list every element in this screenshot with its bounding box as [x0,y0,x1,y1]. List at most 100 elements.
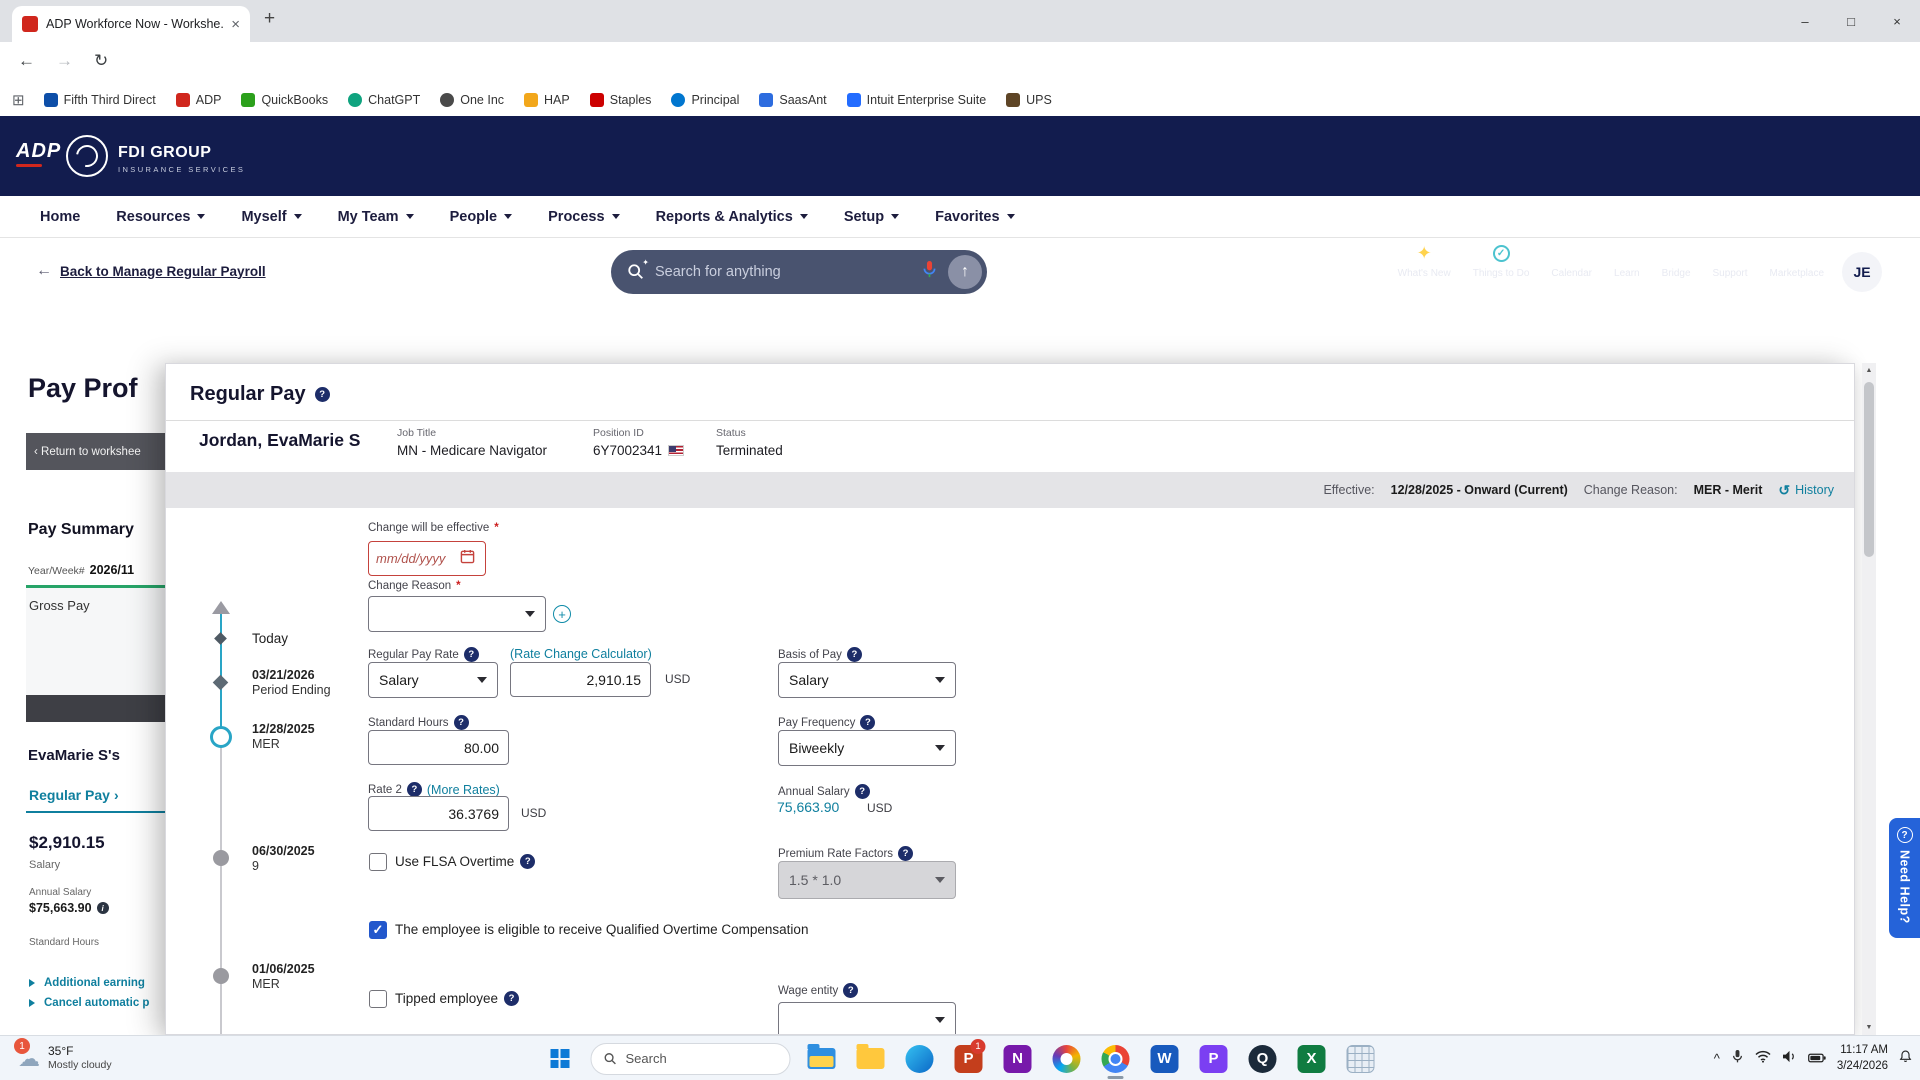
nav-process[interactable]: Process [548,209,619,225]
pay-rate-type-select[interactable]: Salary [368,662,498,698]
apps-grid-icon[interactable]: ⊞ [12,91,25,109]
minimize-button[interactable]: – [1782,0,1828,42]
bookmark-principal[interactable]: Principal [662,90,748,110]
taskbar-chrome[interactable] [1098,1036,1134,1080]
bookmark-ups[interactable]: UPS [997,90,1061,110]
calendar-button[interactable]: Calendar [1551,243,1592,279]
standard-hours-input[interactable] [368,730,509,765]
nav-home[interactable]: Home [40,209,80,225]
history-link[interactable]: ↺ History [1778,482,1834,499]
nav-resources[interactable]: Resources [116,209,205,225]
help-icon[interactable]: ? [847,647,862,662]
help-icon[interactable]: ? [860,715,875,730]
wage-entity-select[interactable] [778,1002,956,1035]
change-reason-select[interactable] [368,596,546,632]
timeline-marker-period-ending[interactable] [213,675,229,691]
help-icon[interactable]: ? [855,784,870,799]
new-tab-button[interactable]: + [264,8,275,30]
bookmark-chatgpt[interactable]: ChatGPT [339,90,429,110]
bookmark-one-inc[interactable]: One Inc [431,90,513,110]
rate-change-calculator-link[interactable]: (Rate Change Calculator) [510,647,652,661]
pay-rate-input[interactable] [510,662,651,697]
marketplace-button[interactable]: Marketplace [1770,243,1824,279]
bookmark-intuit-enterprise-suite[interactable]: Intuit Enterprise Suite [838,90,996,110]
scroll-down-icon[interactable]: ▼ [1862,1020,1876,1035]
microphone-icon[interactable] [921,260,938,284]
taskbar-folder[interactable] [853,1036,889,1080]
help-icon[interactable]: ? [898,846,913,861]
timeline-date[interactable]: 12/28/2025 [252,722,315,736]
additional-earnings-link[interactable]: Additional earning [29,977,145,989]
taskbar-edge[interactable] [902,1036,938,1080]
help-icon[interactable]: ? [520,854,535,869]
taskbar-word[interactable]: W [1147,1036,1183,1080]
cancel-automatic-pay-link[interactable]: Cancel automatic p [29,997,149,1009]
global-search-bar[interactable]: ✦ Search for anything ↑ [611,250,987,294]
taskbar-spreadsheet[interactable] [1343,1036,1379,1080]
hidden-icons-chevron[interactable]: ^ [1714,1051,1720,1066]
basis-of-pay-select[interactable]: Salary [778,662,956,698]
whats-new-button[interactable]: ✦ What's New [1398,243,1451,279]
help-icon[interactable]: ? [315,387,330,402]
reload-icon[interactable]: ↻ [94,51,108,71]
timeline-date[interactable]: 06/30/2025 [252,844,315,858]
search-submit-button[interactable]: ↑ [948,255,982,289]
qualified-overtime-checkbox[interactable]: ✓ [369,921,387,939]
bookmark-saasant[interactable]: SaasAnt [750,90,835,110]
things-to-do-button[interactable]: ✓ Things to Do [1473,243,1530,279]
back-to-manage-regular-payroll-link[interactable]: ← Back to Manage Regular Payroll [36,262,266,280]
pay-frequency-select[interactable]: Biweekly [778,730,956,766]
user-avatar[interactable]: JE [1842,252,1882,292]
timeline-marker-selected[interactable] [210,726,232,748]
bookmark-staples[interactable]: Staples [581,90,661,110]
return-to-worksheet-link[interactable]: ‹ Return to workshee [26,433,165,470]
bookmark-fifth-third-direct[interactable]: Fifth Third Direct [35,90,165,110]
timeline-date[interactable]: 03/21/2026 [252,668,315,682]
scrollbar-thumb[interactable] [1864,382,1874,557]
timeline-marker[interactable] [213,968,229,984]
need-help-button[interactable]: ? Need Help? [1889,818,1920,938]
timeline-marker-today[interactable] [214,632,227,645]
notification-bell-icon[interactable] [1899,1050,1912,1068]
help-icon[interactable]: ? [464,647,479,662]
flsa-overtime-checkbox[interactable] [369,853,387,871]
help-icon[interactable]: ? [454,715,469,730]
browser-tab[interactable]: ADP Workforce Now - Workshe... × [12,6,250,42]
bookmark-adp[interactable]: ADP [167,90,231,110]
support-button[interactable]: ? Support [1713,243,1748,279]
nav-favorites[interactable]: Favorites [935,209,1014,225]
timeline-scroll-up-icon[interactable] [212,592,230,614]
weather-widget[interactable]: 1 ☁ 35°F Mostly cloudy [10,1036,112,1080]
close-button[interactable]: × [1874,0,1920,42]
taskbar-file-explorer[interactable] [804,1036,840,1080]
battery-icon[interactable] [1808,1050,1826,1068]
more-rates-link[interactable]: (More Rates) [427,783,500,797]
help-icon[interactable]: ? [504,991,519,1006]
bookmark-quickbooks[interactable]: QuickBooks [232,90,337,110]
taskbar-excel[interactable]: X [1294,1036,1330,1080]
timeline-marker[interactable] [213,850,229,866]
page-scrollbar[interactable]: ▲ ▼ [1862,363,1876,1035]
nav-my-team[interactable]: My Team [338,209,414,225]
wifi-icon[interactable] [1755,1050,1771,1068]
taskbar-publisher[interactable]: P [1196,1036,1232,1080]
nav-reports-analytics[interactable]: Reports & Analytics [656,209,808,225]
rate2-input[interactable] [368,796,509,831]
taskbar-onenote[interactable]: N [1000,1036,1036,1080]
bookmark-hap[interactable]: HAP [515,90,579,110]
taskbar-search[interactable]: Search [591,1043,791,1075]
start-button[interactable] [542,1036,578,1080]
volume-icon[interactable] [1782,1050,1797,1068]
info-icon[interactable]: i [97,902,109,914]
scroll-up-icon[interactable]: ▲ [1862,363,1876,378]
help-icon[interactable]: ? [407,782,422,797]
bridge-button[interactable]: Bridge [1662,243,1691,279]
maximize-button[interactable]: □ [1828,0,1874,42]
timeline-date[interactable]: 01/06/2025 [252,962,315,976]
nav-setup[interactable]: Setup [844,209,899,225]
microphone-icon[interactable] [1731,1049,1744,1069]
taskbar-clock[interactable]: 11:17 AM 3/24/2026 [1837,1043,1888,1074]
taskbar-quickbooks[interactable]: Q [1245,1036,1281,1080]
learn-button[interactable]: Learn [1614,243,1640,279]
tipped-employee-checkbox[interactable] [369,990,387,1008]
